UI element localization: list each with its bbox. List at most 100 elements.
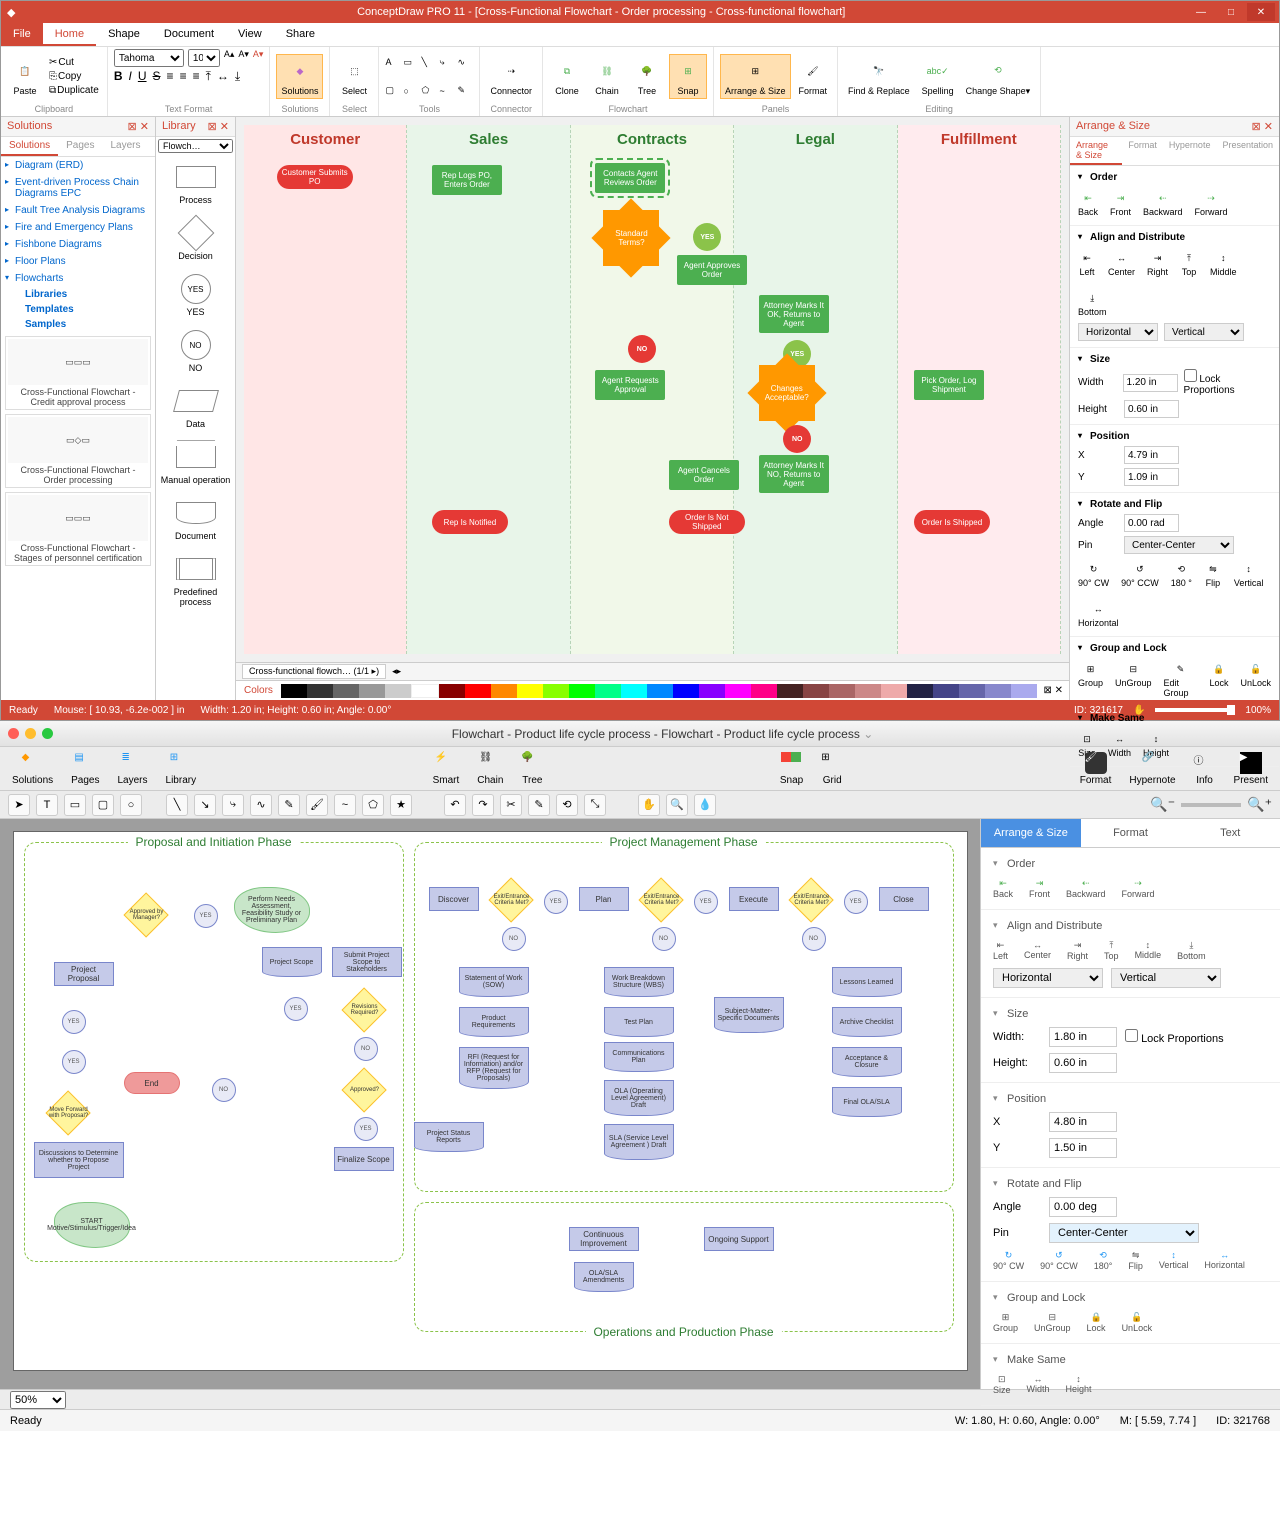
format-button[interactable]: 🖌Format (795, 55, 832, 98)
italic-button[interactable]: I (129, 69, 132, 84)
rp-tab-presentation[interactable]: Presentation (1216, 137, 1279, 165)
mac-al-bottom[interactable]: ⤓Bottom (1177, 940, 1206, 961)
scroll-right-icon[interactable]: ▸ (397, 666, 402, 677)
s-discuss[interactable]: Discussions to Determine whether to Prop… (34, 1142, 124, 1178)
font-shrink-icon[interactable]: A▾ (238, 49, 249, 67)
line-tool[interactable]: ╲ (166, 794, 188, 816)
arc-tool-icon[interactable]: ⤷ (439, 57, 455, 68)
mac-zoom-select[interactable]: 50% (10, 1391, 66, 1409)
s-olaamend[interactable]: OLA/SLA Amendments (574, 1262, 634, 1292)
chain-button[interactable]: ⛓Chain (589, 55, 625, 98)
mac-flip[interactable]: ⇋Flip (1128, 1250, 1143, 1271)
btn-align-right[interactable]: ⇥Right (1147, 249, 1168, 277)
s-wbs[interactable]: Work Breakdown Structure (WBS) (604, 967, 674, 997)
sample-order[interactable]: ▭◇▭Cross-Functional Flowchart - Order pr… (5, 414, 151, 488)
font-size-select[interactable]: 10 (188, 49, 220, 67)
arc-tool[interactable]: ⤷ (222, 794, 244, 816)
spelling-button[interactable]: abc✓Spelling (918, 55, 958, 98)
yes-proposal[interactable]: YES (62, 1050, 86, 1074)
zoom-in-icon[interactable]: 🔍⁺ (1247, 796, 1272, 813)
btn-align-center[interactable]: ↔Center (1108, 249, 1135, 277)
mac-forward[interactable]: ⇢Forward (1122, 878, 1155, 899)
align-center-icon[interactable]: ≡ (180, 69, 187, 84)
minimize-button[interactable]: — (1187, 3, 1215, 21)
btn-flipv[interactable]: ↕Vertical (1234, 560, 1264, 588)
shape-agent-cancels[interactable]: Agent Cancels Order (669, 460, 739, 490)
mac-hypernote-button[interactable]: 🔗Hypernote (1129, 752, 1175, 786)
connector-tool[interactable]: ↘ (194, 794, 216, 816)
tree-epc[interactable]: Event-driven Process Chain Diagrams EPC (1, 174, 155, 202)
btn-fliph[interactable]: ↔Horizontal (1078, 600, 1119, 628)
shape-not-shipped[interactable]: Order Is Not Shipped (669, 510, 745, 534)
btn-ungroup[interactable]: ⊟UnGroup (1115, 660, 1152, 698)
y-input[interactable] (1124, 468, 1179, 486)
mac-180[interactable]: ⟲180° (1094, 1250, 1113, 1271)
shape-contacts-agent[interactable]: Contacts Agent Reviews Order (595, 163, 665, 193)
btn-unlock[interactable]: 🔓UnLock (1240, 660, 1271, 698)
mac-al-center[interactable]: ↔Center (1024, 940, 1051, 961)
tree-fault[interactable]: Fault Tree Analysis Diagrams (1, 202, 155, 219)
btn-90ccw[interactable]: ↺90° CCW (1121, 560, 1159, 588)
curve-tool[interactable]: ∿ (250, 794, 272, 816)
mac-y-input[interactable] (1049, 1138, 1117, 1158)
font-grow-icon[interactable]: A▴ (224, 49, 235, 67)
tab-layers[interactable]: Layers (103, 137, 149, 156)
shape-attorney-no[interactable]: Attorney Marks It NO, Returns to Agent (759, 455, 829, 493)
mac-al-top[interactable]: ⤒Top (1104, 940, 1119, 961)
tree-flowcharts[interactable]: Flowcharts (1, 270, 155, 287)
pin-select[interactable]: Center-Center (1124, 536, 1234, 554)
strike-button[interactable]: S (153, 69, 161, 84)
mac-al-middle[interactable]: ↕Middle (1135, 940, 1162, 961)
mac-width-input[interactable] (1049, 1027, 1117, 1047)
s-commplan[interactable]: Communications Plan (604, 1042, 674, 1072)
s-movefwd[interactable]: Move Forward with Proposal? (46, 1090, 92, 1136)
subtree-templates[interactable]: Templates (1, 302, 155, 317)
s-rfi[interactable]: RFI (Request for Information) and/or RFP… (459, 1047, 529, 1089)
mac-tab-text[interactable]: Text (1180, 819, 1280, 847)
valign-top-icon[interactable]: ⤒ (206, 69, 211, 84)
mac-close-button[interactable] (8, 728, 19, 739)
no-app[interactable]: NO (212, 1078, 236, 1102)
menu-share[interactable]: Share (274, 23, 327, 46)
btn-align-top[interactable]: ⤒Top (1180, 249, 1198, 277)
shape-attorney-ok[interactable]: Attorney Marks It OK, Returns to Agent (759, 295, 829, 333)
subtree-libraries[interactable]: Libraries (1, 287, 155, 302)
align-left-icon[interactable]: ≡ (167, 69, 174, 84)
dist-v-select[interactable]: Vertical (1164, 323, 1244, 341)
sample-credit[interactable]: ▭▭▭Cross-Functional Flowchart - Credit a… (5, 336, 151, 410)
spline-tool-icon[interactable]: ~ (439, 86, 455, 96)
mac-fliph[interactable]: ↔Horizontal (1204, 1250, 1245, 1271)
close-button[interactable]: ✕ (1247, 3, 1275, 21)
mac-flipv[interactable]: ↕Vertical (1159, 1250, 1189, 1271)
mac-present-button[interactable]: ▶Present (1234, 752, 1268, 786)
mac-pin-select[interactable]: Center-Center (1049, 1223, 1199, 1243)
lib-select[interactable]: Flowch… (158, 139, 233, 153)
snap-button[interactable]: ⊞Snap (669, 54, 707, 99)
tab-solutions[interactable]: Solutions (1, 137, 58, 156)
underline-button[interactable]: U (138, 69, 147, 84)
star-tool[interactable]: ★ (390, 794, 412, 816)
s-exit2[interactable]: Exit/Entrance Criteria Met? (639, 877, 685, 923)
mac-tree-button[interactable]: 🌳Tree (521, 752, 543, 786)
s-testplan[interactable]: Test Plan (604, 1007, 674, 1037)
rect-tool-icon[interactable]: ▭ (403, 57, 419, 68)
rect-tool[interactable]: ▭ (64, 794, 86, 816)
mac-minimize-button[interactable] (25, 728, 36, 739)
s-finalize[interactable]: Finalize Scope (334, 1147, 394, 1171)
mac-backward[interactable]: ⇠Backward (1066, 878, 1106, 899)
font-color-icon[interactable]: A▾ (253, 49, 264, 67)
pencil-tool-icon[interactable]: ✎ (457, 85, 473, 96)
lib-decision[interactable]: Decision (156, 211, 235, 267)
yes-e3[interactable]: YES (844, 890, 868, 914)
zoom-tool[interactable]: 🔍 (666, 794, 688, 816)
shape-rep-logs[interactable]: Rep Logs PO, Enters Order (432, 165, 502, 195)
select-button[interactable]: ⬚Select (336, 55, 372, 98)
s-lessons[interactable]: Lessons Learned (832, 967, 902, 997)
mac-format-button[interactable]: 🖌Format (1080, 752, 1112, 786)
canvas[interactable]: Customer Sales Contracts Legal Fulfillme… (244, 125, 1061, 654)
s-continuous[interactable]: Continuous Improvement (569, 1227, 639, 1251)
shape-rep-notified[interactable]: Rep Is Notified (432, 510, 508, 534)
mac-info-button[interactable]: ⓘInfo (1194, 752, 1216, 786)
s-status[interactable]: Project Status Reports (414, 1122, 484, 1152)
yes-app[interactable]: YES (354, 1117, 378, 1141)
